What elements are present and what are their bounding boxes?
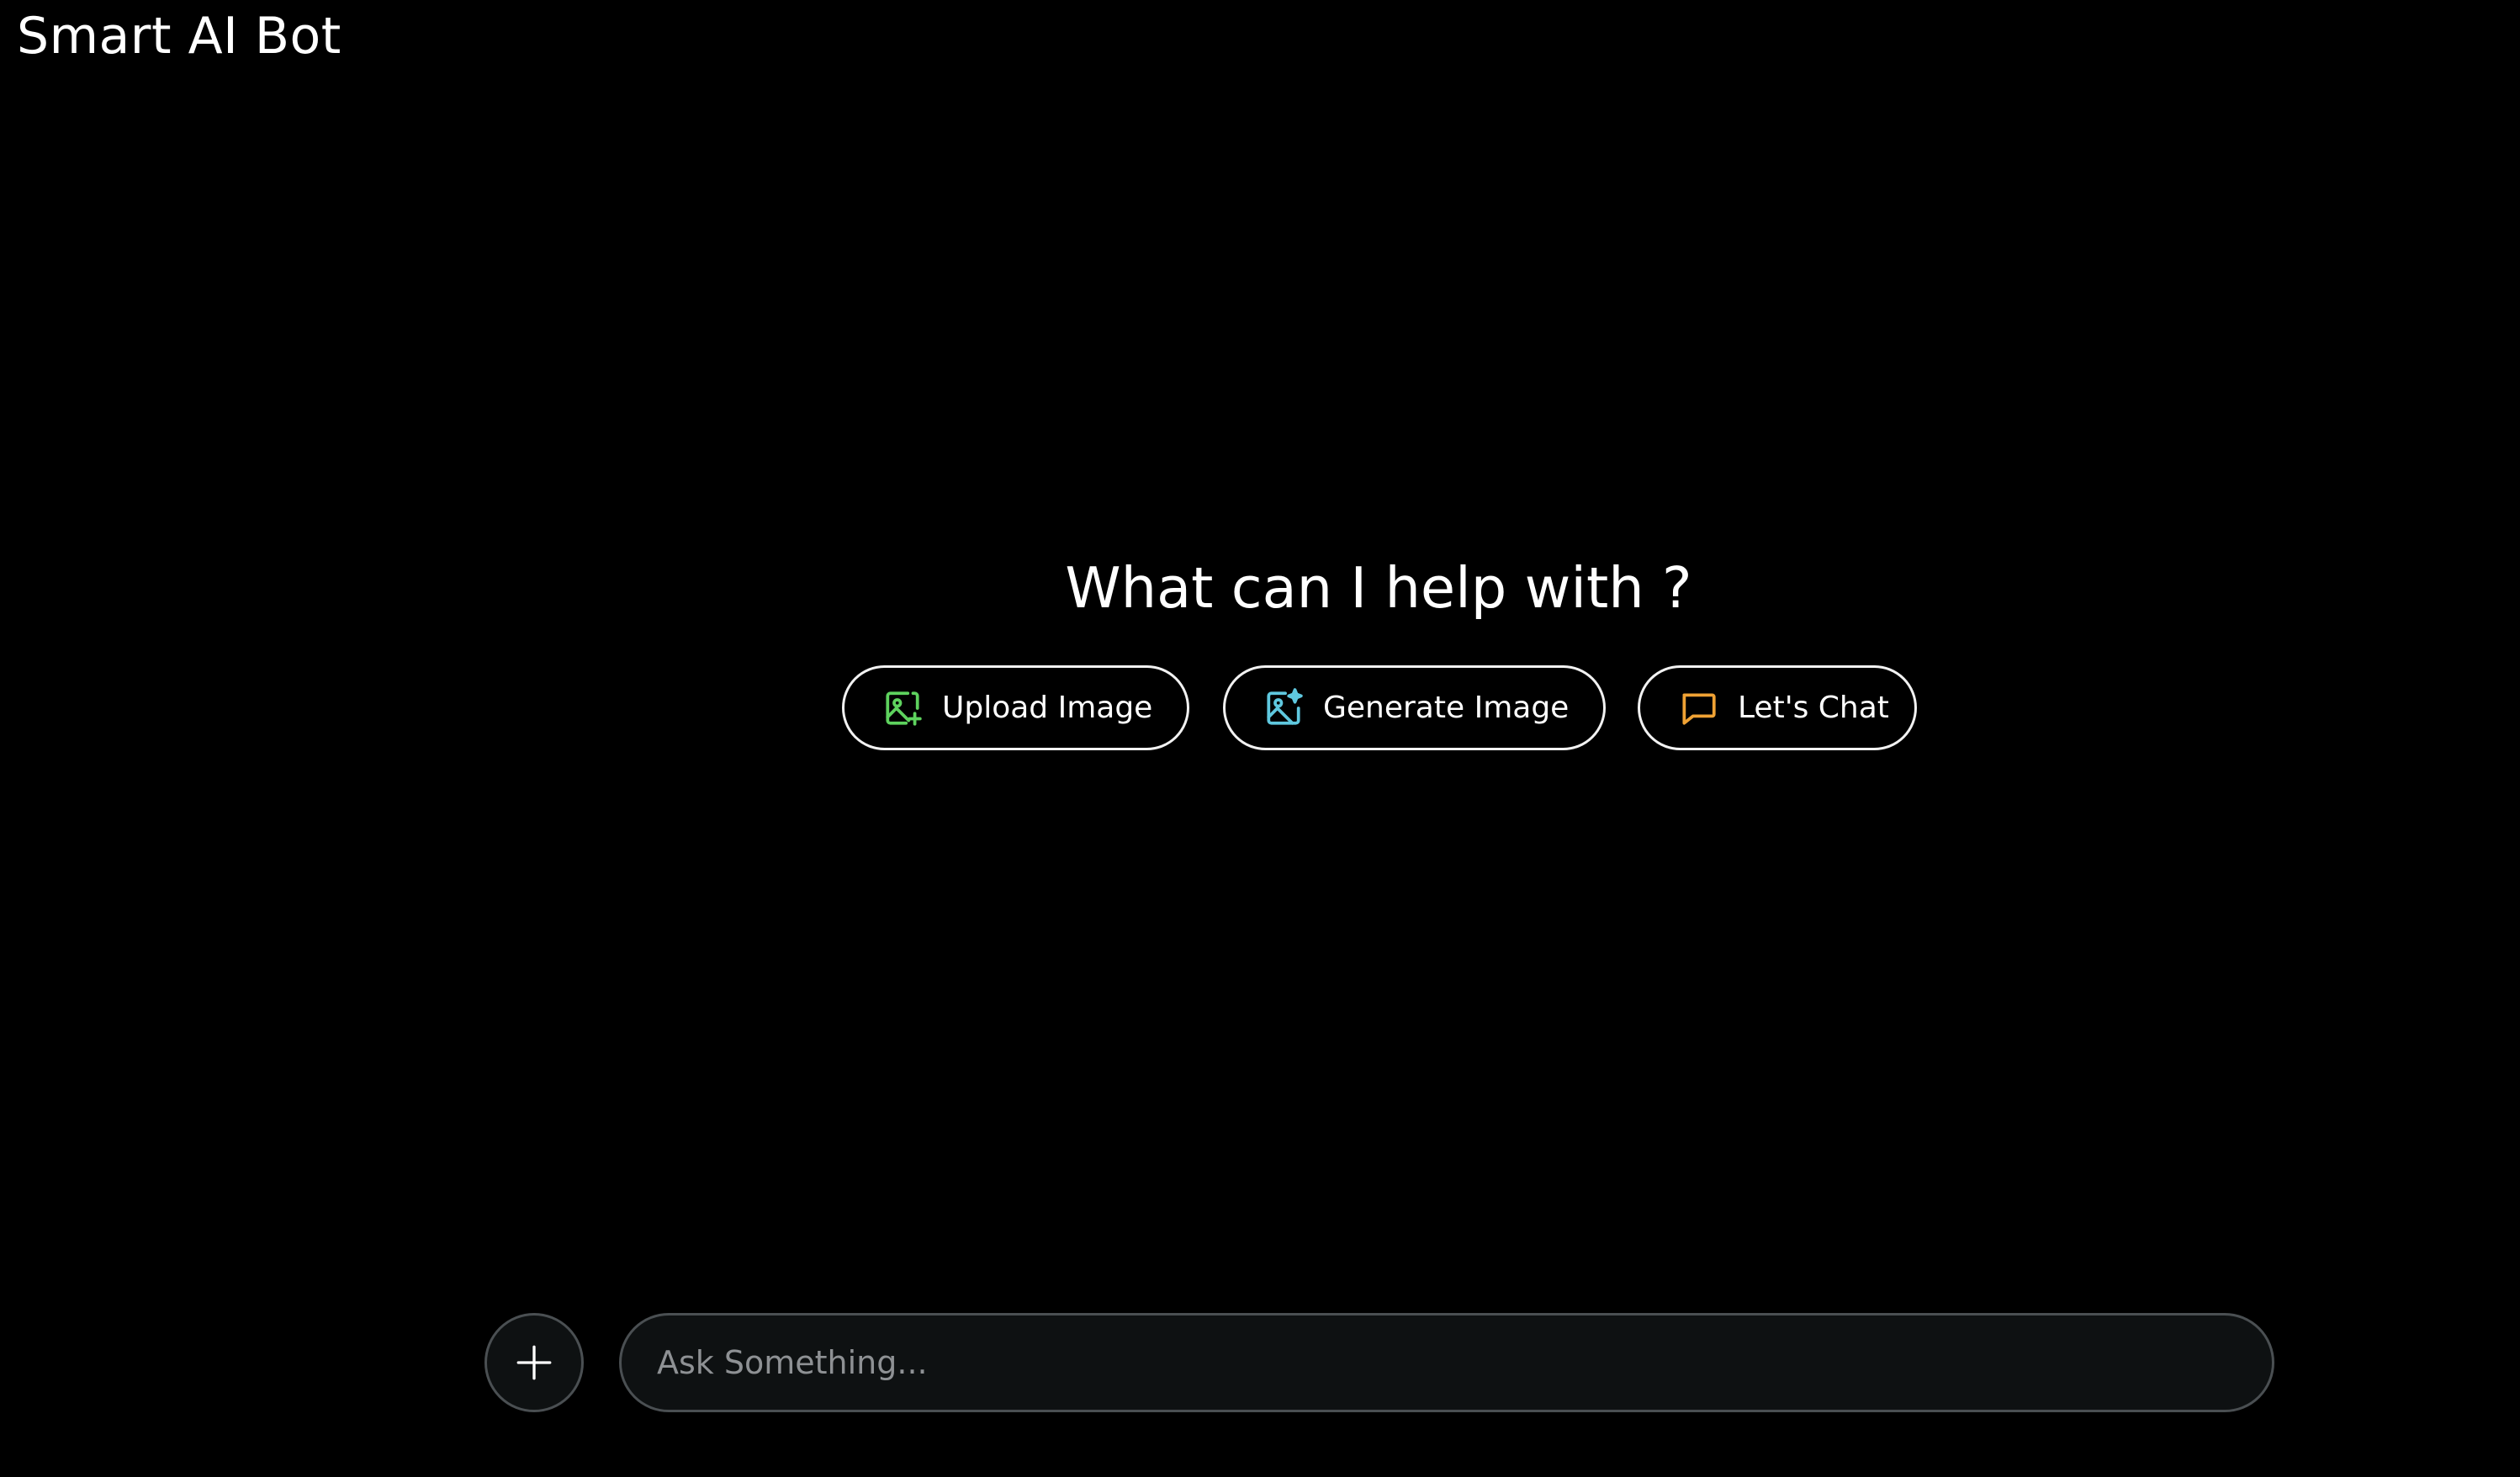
plus-icon: [516, 1345, 552, 1380]
upload-image-label: Upload Image: [942, 691, 1153, 725]
chat-bubble-icon: [1682, 693, 1716, 725]
app-title: Smart AI Bot: [17, 7, 341, 66]
add-button[interactable]: [484, 1313, 584, 1412]
page-headline: What can I help with ?: [1065, 555, 1692, 621]
lets-chat-label: Let's Chat: [1738, 691, 1889, 725]
image-plus-icon: [886, 691, 922, 726]
app-page: Smart AI Bot What can I help with ? Uplo…: [0, 0, 2520, 1477]
ask-input[interactable]: [619, 1313, 2274, 1412]
upload-image-button[interactable]: Upload Image: [842, 665, 1189, 750]
generate-image-button[interactable]: Generate Image: [1223, 665, 1606, 750]
image-sparkle-icon: [1267, 687, 1303, 725]
generate-image-label: Generate Image: [1323, 691, 1570, 725]
lets-chat-button[interactable]: Let's Chat: [1638, 665, 1917, 750]
